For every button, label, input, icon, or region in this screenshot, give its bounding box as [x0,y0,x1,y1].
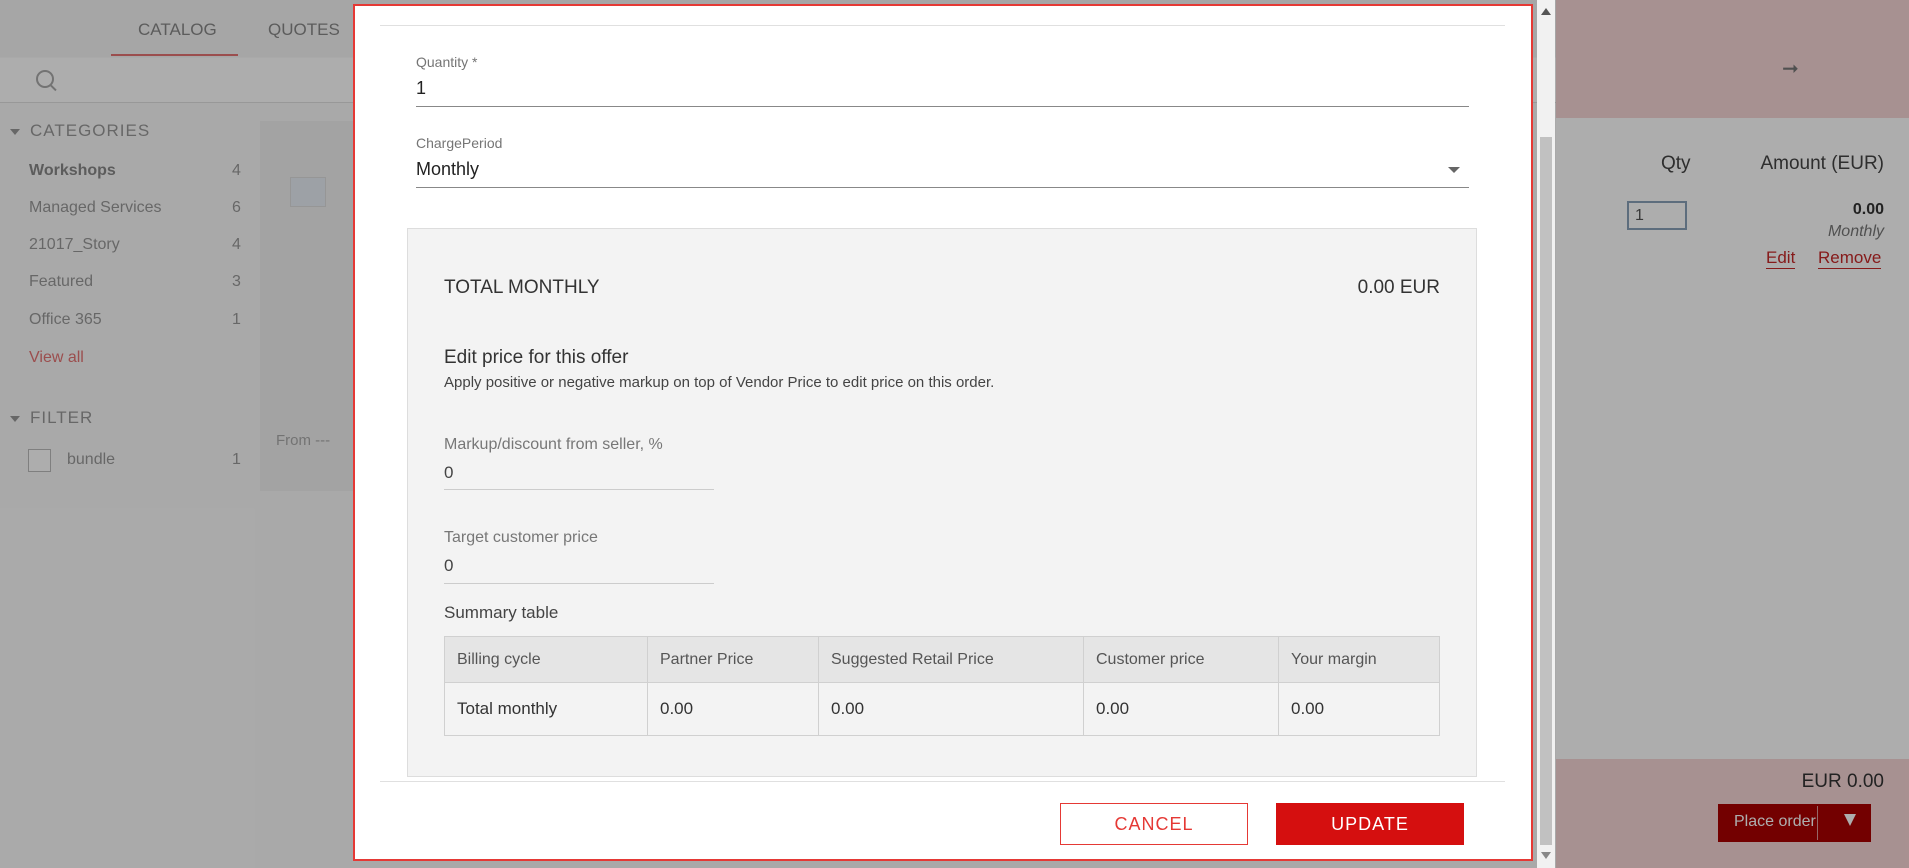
quantity-underline [416,106,1469,107]
quantity-input[interactable]: 1 [416,78,426,99]
charge-period-label: ChargePeriod [416,135,503,151]
scroll-down-arrow-icon[interactable] [1541,852,1551,859]
column-header-suggested-retail-price: Suggested Retail Price [818,636,1084,683]
markup-underline [444,489,714,490]
quantity-label: Quantity * [416,54,478,70]
edit-price-title: Edit price for this offer [444,347,629,368]
charge-period-select[interactable]: Monthly [416,159,479,180]
column-header-partner-price: Partner Price [647,636,819,683]
cancel-button[interactable]: CANCEL [1060,803,1248,845]
summary-table: Billing cycle Partner Price Suggested Re… [444,636,1440,736]
total-monthly-value: 0.00 EUR [1357,277,1440,298]
column-header-billing-cycle: Billing cycle [444,636,648,683]
scrollbar-thumb[interactable] [1540,137,1552,845]
table-row: Total monthly 0.00 0.00 0.00 0.00 [444,682,1440,736]
total-monthly-label: TOTAL MONTHLY [444,277,600,298]
table-header-row: Billing cycle Partner Price Suggested Re… [444,636,1440,683]
cell-your-margin: 0.00 [1278,682,1440,736]
update-button[interactable]: UPDATE [1276,803,1464,845]
target-price-label: Target customer price [444,529,598,546]
target-price-input[interactable]: 0 [444,556,453,576]
dropdown-arrow-icon[interactable] [1448,167,1460,173]
cell-partner-price: 0.00 [647,682,819,736]
markup-input[interactable]: 0 [444,463,453,483]
target-price-underline [444,583,714,584]
modal-header-divider [380,25,1505,26]
charge-period-underline [416,187,1469,188]
cell-suggested-retail-price: 0.00 [818,682,1084,736]
modal-footer-divider [380,781,1505,782]
summary-table-title: Summary table [444,603,559,622]
column-header-your-margin: Your margin [1278,636,1440,683]
cell-billing-cycle: Total monthly [444,682,648,736]
markup-label: Markup/discount from seller, % [444,436,663,453]
edit-price-description: Apply positive or negative markup on top… [444,374,995,391]
scroll-up-arrow-icon[interactable] [1541,8,1551,15]
cell-customer-price: 0.00 [1083,682,1279,736]
column-header-customer-price: Customer price [1083,636,1279,683]
